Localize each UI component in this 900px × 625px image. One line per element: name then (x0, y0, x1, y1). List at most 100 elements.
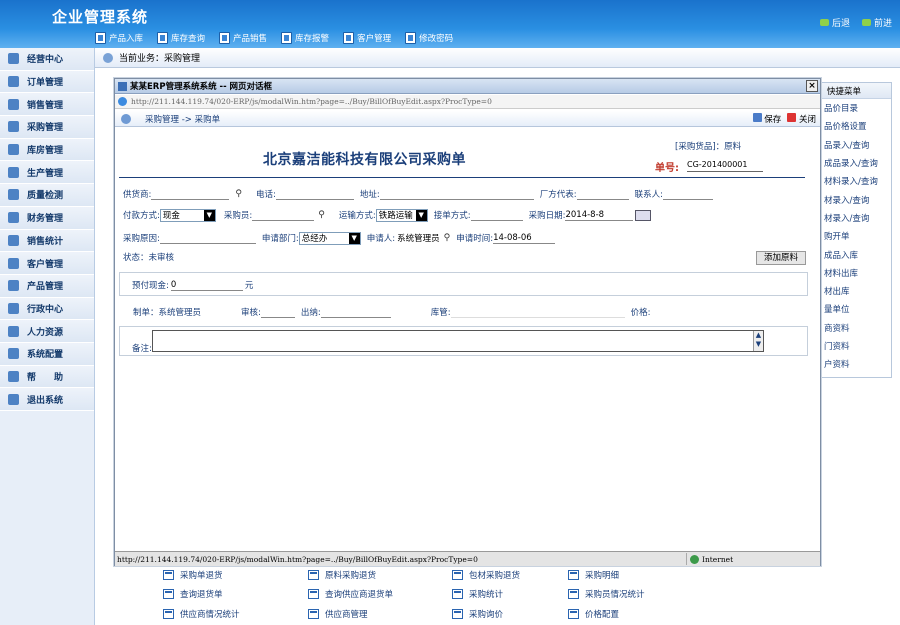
link-item[interactable]: 采购统计 (452, 585, 568, 605)
quick-menu-title: 快捷菜单 (821, 83, 891, 99)
receive-field[interactable] (470, 210, 523, 221)
quick-menu-item[interactable]: 材出库 (821, 282, 891, 300)
quick-menu-item[interactable]: 门资料 (821, 337, 891, 355)
applicant-label: 申请人: (366, 234, 396, 244)
quick-menu-item[interactable]: 材录入/查询 (821, 190, 891, 208)
sidebar-item-sales[interactable]: 销售管理 (0, 93, 94, 117)
buyer-label: 采购员: (223, 211, 253, 221)
close-button[interactable]: 关闭 (787, 113, 816, 125)
maker-code-field[interactable] (576, 189, 629, 200)
link-item[interactable]: 查询供应商退货单 (308, 585, 452, 605)
quick-menu-item[interactable]: 成品录入/查询 (821, 154, 891, 172)
scrollbar[interactable]: ▲ ▼ (753, 331, 763, 351)
dept-select[interactable]: 总经办 ▼ (298, 231, 361, 245)
search-icon[interactable]: ⚲ (318, 210, 325, 220)
production-icon (8, 166, 19, 178)
sidebar-item-customers[interactable]: 客户管理 (0, 252, 94, 275)
cashier-field[interactable] (320, 307, 391, 318)
quick-menu-item[interactable]: 材录入/查询 (821, 209, 891, 227)
sidebar-item-finance[interactable]: 财务管理 (0, 206, 94, 230)
document-icon (568, 608, 579, 619)
save-button[interactable]: 保存 (752, 113, 781, 125)
quick-menu-item[interactable]: 品价格设置 (821, 117, 891, 135)
quick-menu-item[interactable]: 商资料 (821, 319, 891, 337)
sidebar-item-hr[interactable]: 人力资源 (0, 320, 94, 343)
product-icon (8, 280, 19, 292)
pay-method-select[interactable]: 现金 ▼ (159, 208, 216, 222)
sidebar-item-products[interactable]: 产品管理 (0, 274, 94, 298)
audit-field[interactable] (260, 307, 295, 318)
top-toolbar: 产品入库 库存查询 产品销售 库存报警 客户管理 修改密码 (95, 30, 467, 48)
document-icon (308, 589, 319, 600)
prepay-field[interactable]: 0 (170, 280, 243, 291)
forward-link[interactable]: 前进 (862, 16, 892, 29)
link-item[interactable]: 供应商管理 (308, 604, 452, 624)
storekeeper-field[interactable] (450, 307, 625, 318)
business-center-icon (8, 53, 19, 65)
sidebar-item-purchase[interactable]: 采购管理 (0, 116, 94, 139)
link-item[interactable]: 采购单退货 (163, 565, 308, 585)
quick-menu-item[interactable]: 购开单 (821, 227, 891, 245)
form-row-1: 供货商: ⚲ 电话: 地址: 厂方代表: 联系人: (123, 187, 713, 201)
document-icon (163, 608, 174, 619)
transport-label: 运输方式: (338, 211, 376, 221)
link-item[interactable]: 采购明细 (568, 565, 713, 585)
link-item[interactable]: 原料采购退货 (308, 565, 452, 585)
remark-textarea[interactable]: ▲ ▼ (152, 330, 764, 352)
document-icon (568, 569, 579, 580)
toolbar-sales[interactable]: 产品销售 (219, 30, 267, 46)
inventory-search-icon (157, 32, 169, 44)
buy-date-field[interactable]: 2014-8-8 (565, 210, 634, 221)
sidebar-item-quality[interactable]: 质量检测 (0, 184, 94, 207)
quick-menu-item[interactable]: 量单位 (821, 300, 891, 318)
link-item[interactable]: 采购询价 (452, 604, 568, 624)
quick-menu-item[interactable]: 户资料 (821, 355, 891, 373)
toolbar-customer[interactable]: 客户管理 (343, 30, 391, 46)
internet-icon (690, 554, 699, 564)
buyer-field[interactable] (252, 210, 315, 221)
phone-field[interactable] (275, 189, 354, 200)
document-icon (568, 589, 579, 600)
sidebar-item-business[interactable]: 经营中心 (0, 48, 94, 71)
quick-menu-item[interactable]: 品价目录 (821, 99, 891, 117)
sidebar-item-help[interactable]: 帮 助 (0, 365, 94, 389)
supplier-field[interactable] (151, 189, 230, 200)
storekeeper-label: 库管: (430, 308, 451, 318)
toolbar-inventory[interactable]: 库存查询 (157, 30, 205, 46)
quick-menu-item[interactable]: 材料出库 (821, 264, 891, 282)
chevron-down-icon: ▼ (348, 232, 360, 244)
sidebar-item-admin[interactable]: 行政中心 (0, 297, 94, 321)
apply-time-field[interactable]: 14-08-06 (493, 233, 556, 244)
sidebar-item-settings[interactable]: 系统配置 (0, 342, 94, 366)
transport-select[interactable]: 铁路运输 ▼ (375, 208, 428, 222)
toolbar-password[interactable]: 修改密码 (405, 30, 453, 46)
toolbar-alarm[interactable]: 库存报警 (281, 30, 329, 46)
calendar-icon[interactable] (635, 209, 652, 221)
search-icon[interactable]: ⚲ (235, 189, 242, 199)
contact-field[interactable] (662, 189, 713, 200)
chevron-down-icon: ▼ (415, 209, 427, 221)
sidebar-item-orders[interactable]: 订单管理 (0, 70, 94, 94)
close-icon[interactable]: × (806, 80, 818, 92)
quick-menu-item[interactable]: 成品入库 (821, 245, 891, 263)
link-item[interactable]: 价格配置 (568, 604, 713, 624)
link-item[interactable]: 查询退货单 (163, 585, 308, 605)
search-icon[interactable]: ⚲ (444, 233, 451, 243)
sidebar-item-exit[interactable]: 退出系统 (0, 388, 94, 411)
link-item[interactable]: 采购员情况统计 (568, 585, 713, 605)
close-icon (787, 113, 797, 122)
toolbar-stock-in[interactable]: 产品入库 (95, 30, 143, 46)
quick-menu-item[interactable]: 材料录入/查询 (821, 172, 891, 190)
sidebar-item-production[interactable]: 生产管理 (0, 161, 94, 185)
reason-field[interactable] (159, 233, 256, 244)
link-item[interactable]: 包材采购退货 (452, 565, 568, 585)
add-material-button[interactable]: 添加原料 (756, 251, 806, 265)
back-link[interactable]: 后退 (820, 16, 850, 29)
warehouse-icon (8, 144, 19, 156)
zone-indicator: Internet (686, 553, 814, 565)
sidebar-item-warehouse[interactable]: 库房管理 (0, 138, 94, 162)
address-field[interactable] (379, 189, 534, 200)
quick-menu-item[interactable]: 品录入/查询 (821, 136, 891, 154)
sidebar-item-statistics[interactable]: 销售统计 (0, 229, 94, 253)
link-item[interactable]: 供应商情况统计 (163, 604, 308, 624)
